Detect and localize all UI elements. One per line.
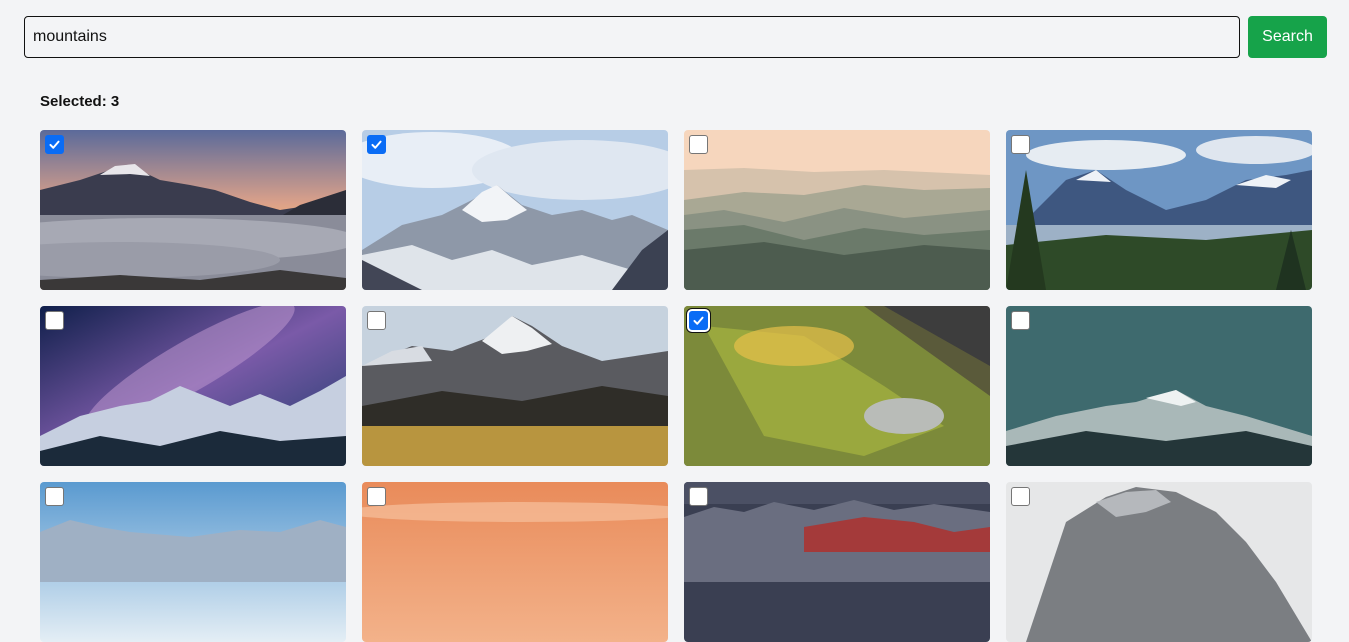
image-card[interactable] <box>362 306 668 466</box>
mountain-photo <box>684 482 990 642</box>
mountain-photo <box>362 482 668 642</box>
image-grid <box>40 130 1312 642</box>
image-select-checkbox[interactable] <box>689 311 708 330</box>
image-card[interactable] <box>1006 306 1312 466</box>
image-card[interactable] <box>1006 482 1312 642</box>
image-card[interactable] <box>684 482 990 642</box>
image-card[interactable] <box>684 130 990 290</box>
mountain-photo <box>684 306 990 466</box>
image-select-checkbox[interactable] <box>367 487 386 506</box>
search-bar: Search <box>24 16 1327 58</box>
mountain-photo <box>1006 306 1312 466</box>
mountain-photo <box>40 130 346 290</box>
mountain-photo <box>1006 482 1312 642</box>
selected-count: Selected: 3 <box>40 93 120 110</box>
image-card[interactable] <box>40 130 346 290</box>
checkmark-icon <box>693 316 704 325</box>
image-card[interactable] <box>1006 130 1312 290</box>
checkmark-icon <box>49 140 60 149</box>
search-input[interactable] <box>24 16 1240 58</box>
image-select-checkbox[interactable] <box>45 311 64 330</box>
mountain-photo <box>362 306 668 466</box>
image-select-checkbox[interactable] <box>1011 135 1030 154</box>
checkmark-icon <box>371 140 382 149</box>
mountain-photo <box>40 306 346 466</box>
image-select-checkbox[interactable] <box>1011 487 1030 506</box>
image-card[interactable] <box>362 130 668 290</box>
image-select-checkbox[interactable] <box>45 135 64 154</box>
image-card[interactable] <box>362 482 668 642</box>
image-select-checkbox[interactable] <box>367 311 386 330</box>
mountain-photo <box>362 130 668 290</box>
search-button[interactable]: Search <box>1248 16 1327 58</box>
image-card[interactable] <box>40 306 346 466</box>
mountain-photo <box>40 482 346 642</box>
image-select-checkbox[interactable] <box>689 487 708 506</box>
image-card[interactable] <box>684 306 990 466</box>
mountain-photo <box>684 130 990 290</box>
image-select-checkbox[interactable] <box>689 135 708 154</box>
image-select-checkbox[interactable] <box>45 487 64 506</box>
image-card[interactable] <box>40 482 346 642</box>
image-select-checkbox[interactable] <box>367 135 386 154</box>
image-select-checkbox[interactable] <box>1011 311 1030 330</box>
mountain-photo <box>1006 130 1312 290</box>
